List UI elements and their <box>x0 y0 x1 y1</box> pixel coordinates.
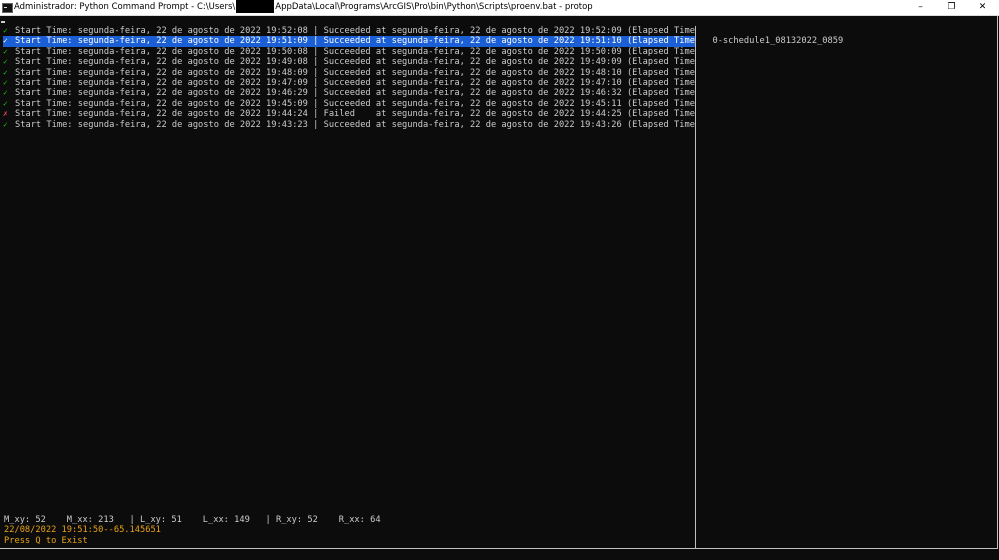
job-row-text: Start Time: segunda-feira, 22 de agosto … <box>15 109 695 120</box>
job-row[interactable]: ✓ Start Time: segunda-feira, 22 de agosto… <box>3 120 695 130</box>
job-row[interactable]: ✓ Start Time: segunda-feira, 22 de agosto… <box>3 88 695 98</box>
job-row-text: Start Time: segunda-feira, 22 de agosto … <box>15 119 695 130</box>
job-row-text: Start Time: segunda-feira, 22 de agosto … <box>15 57 695 68</box>
check-mark-icon: ✓ <box>3 67 8 77</box>
cross-mark-icon: ✗ <box>3 109 8 119</box>
window-title: Administrador: Python Command Prompt - C… <box>14 0 593 15</box>
job-row[interactable]: ✓ Start Time: segunda-feira, 22 de agosto… <box>3 26 695 36</box>
terminal-icon <box>2 3 13 13</box>
quit-hint: Press Q to Exist <box>4 535 88 546</box>
check-mark-icon: ✓ <box>3 57 8 67</box>
job-history-list[interactable]: ✓ Start Time: segunda-feira, 22 de agosto… <box>3 26 695 130</box>
status-timestamp: 22/08/2022 19:51:50--65.145651 <box>4 525 161 535</box>
check-mark-icon: ✓ <box>3 36 8 46</box>
check-mark-icon: ✓ <box>3 88 8 98</box>
job-row[interactable]: ✓ Start Time: segunda-feira, 22 de agosto… <box>3 57 695 67</box>
schedule-name[interactable]: 0-schedule1_08132022_0859 <box>712 36 843 46</box>
job-row[interactable]: ✓ Start Time: segunda-feira, 22 de agosto… <box>3 99 695 109</box>
job-row-text: Start Time: segunda-feira, 22 de agosto … <box>15 77 695 88</box>
job-row-text: Start Time: segunda-feira, 22 de agosto … <box>15 36 695 47</box>
minimize-button[interactable]: – <box>905 0 936 15</box>
redacted-username <box>236 0 275 13</box>
check-mark-icon: ✓ <box>3 46 8 56</box>
panel-divider <box>695 26 696 549</box>
window-titlebar: Administrador: Python Command Prompt - C… <box>0 0 999 16</box>
schedule-panel: 0-schedule1_08132022_0859 <box>702 26 843 47</box>
check-mark-icon: ✓ <box>3 26 8 35</box>
window-title-prefix: Administrador: Python Command Prompt - C… <box>14 2 236 12</box>
job-row-text: Start Time: segunda-feira, 22 de agosto … <box>15 98 695 109</box>
job-row[interactable]: ✓ Start Time: segunda-feira, 22 de agosto… <box>3 47 695 57</box>
window-title-suffix: AppData\Local\Programs\ArcGIS\Pro\bin\Py… <box>275 2 593 12</box>
job-row-text: Start Time: segunda-feira, 22 de agosto … <box>15 26 695 36</box>
job-row[interactable]: ✓ Start Time: segunda-feira, 22 de agosto… <box>3 36 695 47</box>
job-row[interactable]: ✗ Start Time: segunda-feira, 22 de agosto… <box>3 109 695 119</box>
metrics-line: M_xy: 52 M_xx: 213 | L_xy: 51 L_xx: 149 … <box>4 515 381 525</box>
job-row-text: Start Time: segunda-feira, 22 de agosto … <box>15 46 695 57</box>
job-row-text: Start Time: segunda-feira, 22 de agosto … <box>15 67 695 78</box>
close-button[interactable]: ✕ <box>967 0 998 15</box>
bottom-border <box>0 548 998 549</box>
job-row-text: Start Time: segunda-feira, 22 de agosto … <box>15 88 695 99</box>
job-row[interactable]: ✓ Start Time: segunda-feira, 22 de agosto… <box>3 68 695 78</box>
maximize-button[interactable]: ❐ <box>936 0 967 15</box>
check-mark-icon: ✓ <box>3 98 8 108</box>
check-mark-icon: ✓ <box>3 119 8 129</box>
job-row[interactable]: ✓ Start Time: segunda-feira, 22 de agosto… <box>3 78 695 88</box>
check-mark-icon: ✓ <box>3 77 8 87</box>
